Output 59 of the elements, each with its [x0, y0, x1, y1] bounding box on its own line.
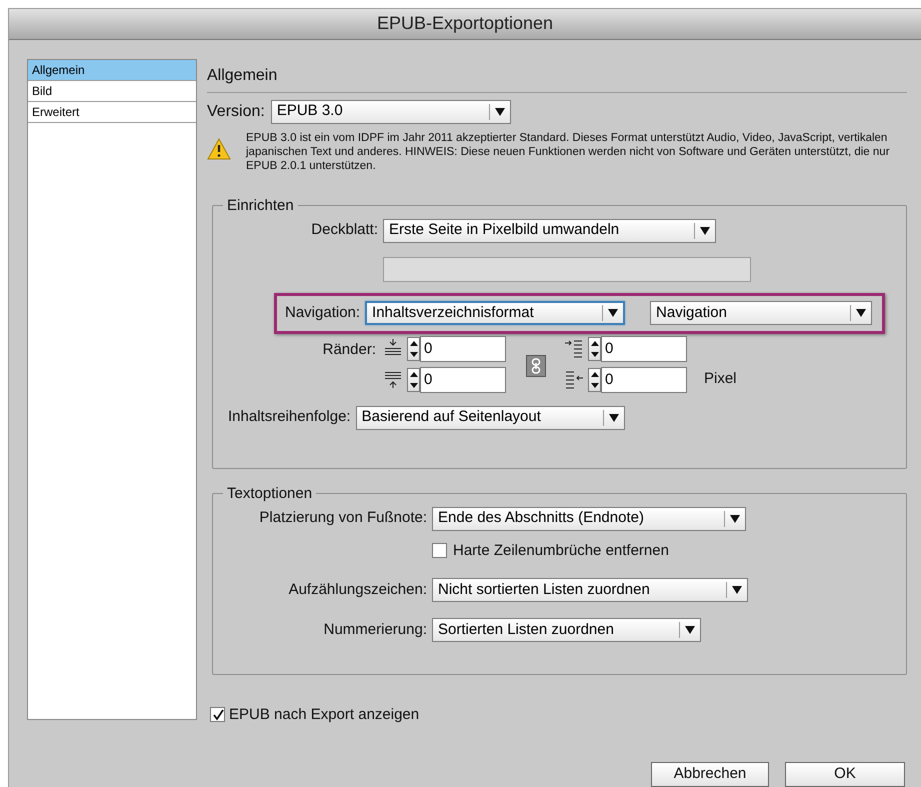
dialog-button[interactable]: OK	[785, 762, 905, 787]
sidebar-item[interactable]: Allgemein	[28, 60, 196, 80]
dropdown[interactable]: Basierend auf Seitenlayout	[356, 406, 625, 430]
field-label: Deckblatt:	[310, 220, 378, 240]
dropdown[interactable]: Inhaltsverzeichnisformat	[365, 301, 626, 325]
field-label: Inhaltsreihenfolge:	[228, 407, 351, 428]
down-arrow-icon	[590, 352, 598, 356]
up-arrow-icon	[590, 340, 598, 346]
indent-right-icon	[564, 368, 584, 390]
check-icon	[212, 708, 224, 721]
down-arrow-icon	[410, 382, 418, 388]
sidebar-item[interactable]: Bild	[28, 80, 196, 102]
spinner[interactable]	[588, 336, 601, 360]
dropdown[interactable]: Erste Seite in Pixelbild umwandeln	[383, 218, 716, 242]
caret-icon	[700, 226, 710, 234]
dropdown[interactable]: Sortierten Listen zuordnen	[432, 618, 701, 642]
caret-icon	[730, 514, 740, 522]
input-field[interactable]: 0	[601, 366, 687, 392]
section-heading: Allgemein	[207, 58, 907, 92]
caret-icon	[494, 108, 505, 116]
dropdown[interactable]: EPUB 3.0	[270, 100, 511, 124]
dropdown[interactable]: Ende des Abschnitts (Endnote)	[432, 506, 746, 530]
up-arrow-icon	[410, 372, 418, 376]
caret-icon	[732, 586, 742, 594]
field-label: Platzierung von Fußnote:	[258, 508, 427, 528]
caret-icon	[685, 626, 695, 634]
spinner[interactable]	[407, 336, 420, 360]
input-field[interactable]: 0	[420, 336, 506, 362]
indent-left-icon	[564, 338, 584, 360]
spinner[interactable]	[588, 368, 601, 392]
input-field[interactable]: 0	[601, 336, 687, 362]
up-arrow-icon	[590, 372, 598, 376]
caret-icon	[608, 414, 619, 422]
window-title: EPUB-Exportoptionen	[376, 12, 554, 36]
dropdown[interactable]: Navigation	[650, 301, 872, 325]
field-label: Navigation:	[285, 302, 360, 323]
checkbox[interactable]	[210, 707, 225, 722]
chain-link-icon	[531, 358, 541, 374]
dropdown[interactable]: Nicht sortierten Listen zuordnen	[432, 578, 748, 602]
field-label: Pixel	[704, 369, 737, 390]
warning-icon	[207, 138, 231, 160]
spinner[interactable]	[407, 368, 420, 392]
input-field[interactable]: 0	[420, 366, 506, 392]
down-arrow-icon	[410, 352, 418, 356]
up-arrow-icon	[410, 340, 418, 346]
field-label: Version:	[207, 102, 265, 122]
down-arrow-icon	[590, 382, 598, 388]
field-label: EPUB nach Export anzeigen	[229, 704, 420, 724]
field-label: Harte Zeilenumbrüche entfernen	[453, 540, 669, 560]
field-label: Nummerierung:	[322, 620, 427, 640]
field-label: Aufzählungszeichen:	[288, 580, 427, 600]
checkbox[interactable]	[432, 543, 447, 558]
dialog-button[interactable]: Abbrechen	[651, 762, 769, 787]
caret-icon	[608, 309, 618, 317]
caret-icon	[856, 309, 866, 317]
field-label: Ränder:	[322, 340, 376, 360]
sidebar-item[interactable]: Erweitert	[28, 102, 196, 122]
notice-text: EPUB 3.0 ist ein vom IDPF im Jahr 2011 akzeptierter Standard. Dieses Format unterstützt Audio, Video, JavaScript, vertikalen japanischen Text und anderes. HINWEIS: Diese neuen Funktionen werden nicht von Software und Geräten unterstützt, die nur EPUB 2.0.1 unterstützen.	[246, 130, 891, 172]
link-button[interactable]	[526, 354, 546, 376]
